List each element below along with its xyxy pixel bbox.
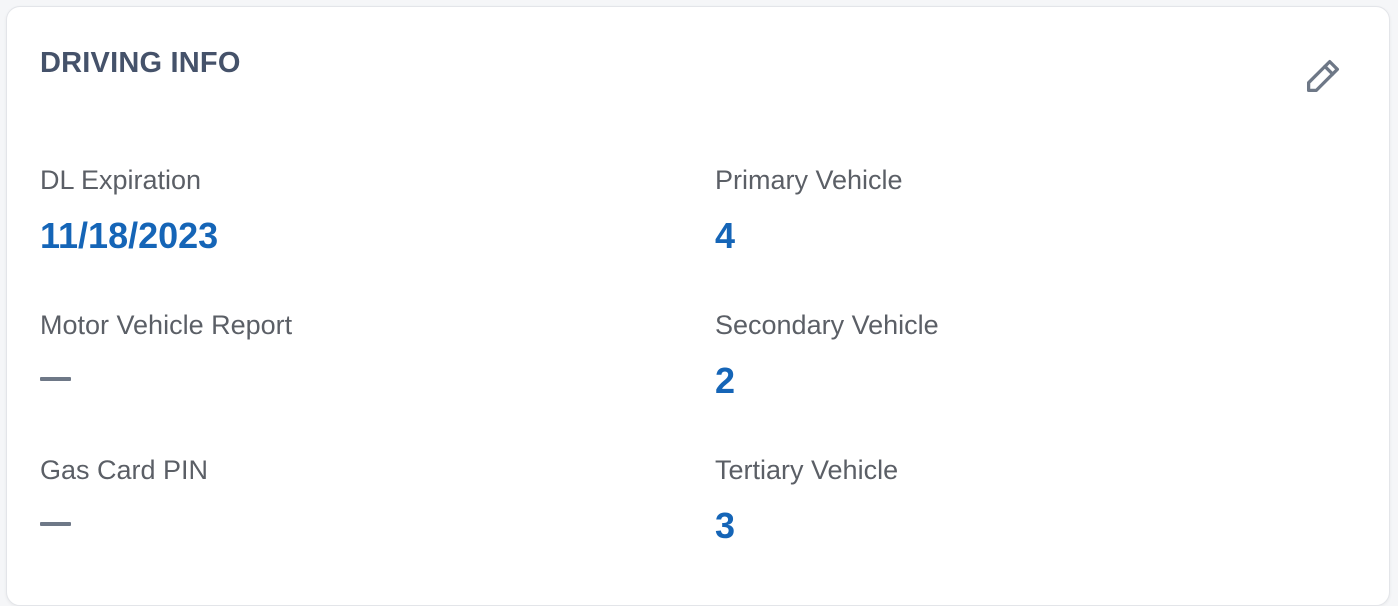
field-label: Primary Vehicle — [715, 165, 903, 195]
field-primary-vehicle: Primary Vehicle 4 — [715, 167, 903, 254]
field-gas-card-pin: Gas Card PIN — [40, 457, 208, 526]
edit-button[interactable] — [1299, 53, 1347, 101]
card-title: DRIVING INFO — [40, 47, 241, 79]
tertiary-vehicle-value[interactable]: 3 — [715, 508, 898, 544]
field-secondary-vehicle: Secondary Vehicle 2 — [715, 312, 939, 399]
pencil-icon — [1300, 53, 1346, 102]
field-motor-vehicle-report: Motor Vehicle Report — [40, 312, 292, 381]
driving-info-card: DRIVING INFO DL Expiration 11/18/2023 Mo… — [6, 6, 1390, 606]
field-label: Tertiary Vehicle — [715, 455, 899, 485]
dl-expiration-value[interactable]: 11/18/2023 — [40, 218, 218, 254]
empty-value-dash — [40, 522, 71, 526]
field-label: Gas Card PIN — [40, 455, 209, 485]
field-label: DL Expiration — [40, 165, 202, 195]
field-dl-expiration: DL Expiration 11/18/2023 — [40, 167, 218, 254]
primary-vehicle-value[interactable]: 4 — [715, 218, 903, 254]
field-tertiary-vehicle: Tertiary Vehicle 3 — [715, 457, 898, 544]
field-label: Motor Vehicle Report — [40, 310, 293, 340]
empty-value-dash — [40, 377, 71, 381]
secondary-vehicle-value[interactable]: 2 — [715, 363, 939, 399]
field-label: Secondary Vehicle — [715, 310, 939, 340]
